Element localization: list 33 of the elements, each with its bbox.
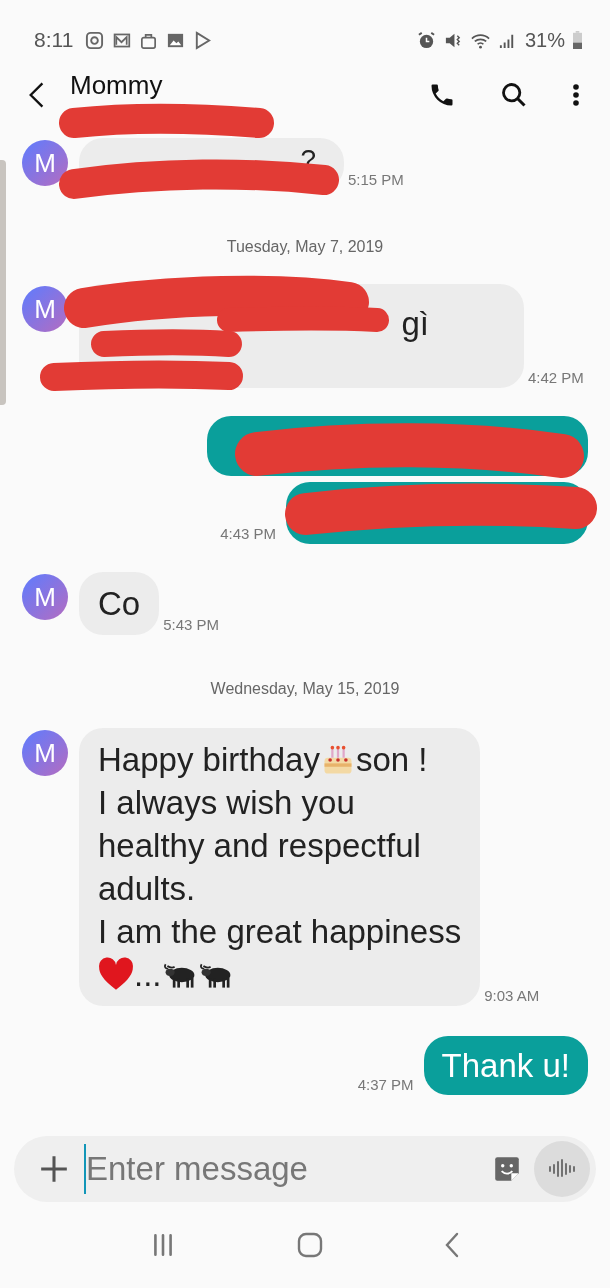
message-time: 4:43 PM — [220, 525, 276, 542]
message-text: Co — [98, 584, 141, 624]
avatar[interactable]: M — [22, 574, 68, 620]
message-text: adults. — [98, 869, 196, 909]
battery-icon — [573, 31, 582, 49]
camera-icon — [85, 30, 105, 50]
message-composer[interactable]: Enter message — [14, 1136, 596, 1202]
message-text: Thank u! — [441, 1046, 570, 1086]
voice-input-button[interactable] — [534, 1141, 590, 1197]
date-separator: Wednesday, May 15, 2019 — [210, 680, 400, 697]
message-text: son ! — [355, 740, 428, 780]
message-text: I always wish you — [98, 783, 355, 823]
message-time: 4:37 PM — [357, 1076, 414, 1093]
message-time: 5:15 PM — [348, 171, 404, 188]
message-text: ... — [134, 955, 162, 995]
waveform-icon — [547, 1158, 577, 1180]
message-input[interactable]: Enter message — [84, 1144, 480, 1194]
avatar[interactable]: M — [22, 730, 68, 776]
message-time: 4:42 PM — [528, 369, 584, 386]
battery-percent: 31% — [524, 28, 565, 52]
message-text: I am the great happiness — [98, 912, 462, 952]
play-icon — [193, 30, 213, 50]
alarm-icon — [416, 30, 436, 50]
message-time: 9:03 AM — [484, 987, 540, 1004]
message-text: gì — [401, 304, 429, 344]
message-text: Happy birthday — [98, 740, 320, 780]
avatar[interactable]: M — [22, 140, 68, 186]
message-text: healthy and respectful — [98, 826, 421, 866]
status-time: 8:11 — [34, 28, 74, 52]
avatar[interactable]: M — [22, 286, 68, 332]
contact-name: Mommy — [70, 70, 163, 101]
message-time: 5:43 PM — [163, 616, 220, 633]
date-separator: Tuesday, May 7, 2019 — [226, 238, 384, 255]
